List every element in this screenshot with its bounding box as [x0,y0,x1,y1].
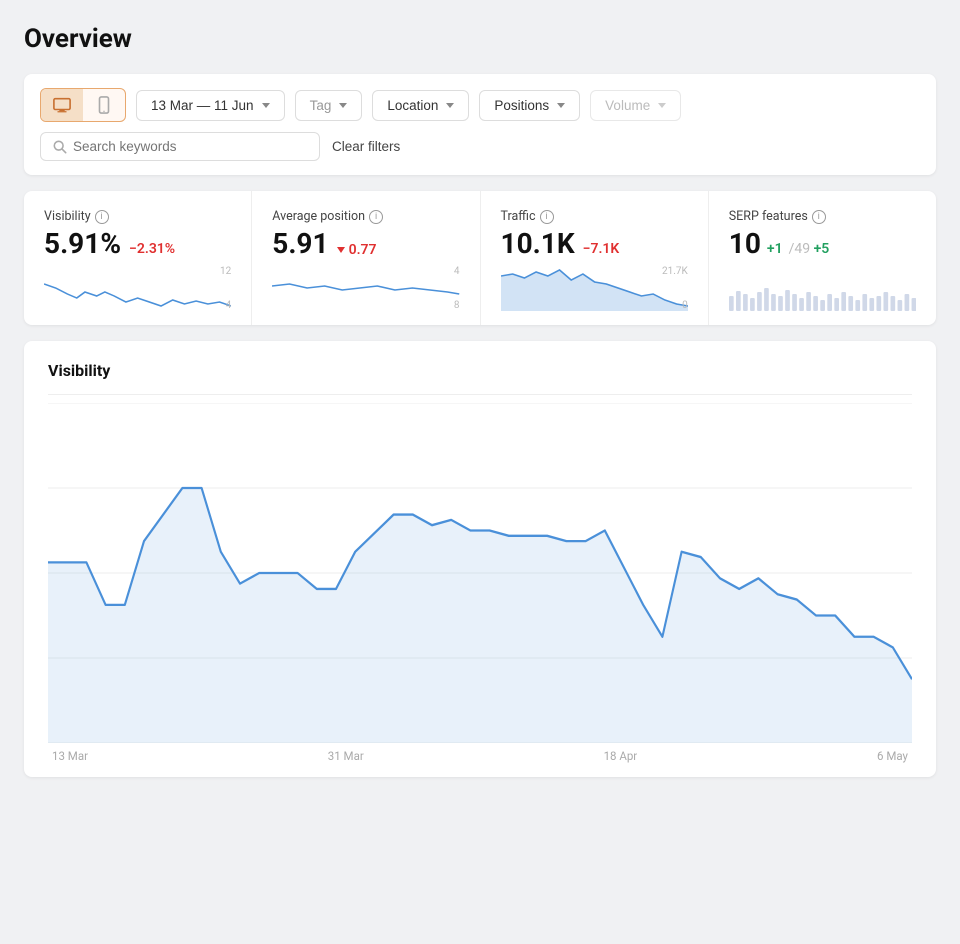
search-input-wrap [40,132,320,161]
visibility-chart-svg [48,403,912,743]
serp-value: 10 [729,230,761,258]
traffic-y-max: 21.7K [662,266,688,277]
serp-slash: /49 +5 [789,241,830,257]
page-title: Overview [24,24,936,54]
date-chevron-icon [262,103,270,108]
toolbar-row-filters: 13 Mar — 11 Jun Tag Location Positions V… [40,88,920,122]
date-range-btn[interactable]: 13 Mar — 11 Jun [136,90,285,121]
serp-mini-chart [729,266,916,311]
mobile-icon [95,96,113,114]
tag-chevron-icon [339,103,347,108]
location-chevron-icon [446,103,454,108]
tag-filter-btn[interactable]: Tag [295,90,363,121]
traffic-label: Traffic i [501,209,688,224]
desktop-icon [53,96,71,114]
visibility-label: Visibility i [44,209,231,224]
metric-card-avg-position: Average position i 5.91 0.77 4 8 [252,191,480,325]
tag-label: Tag [310,98,332,113]
avg-position-y-max: 4 [454,266,460,277]
location-label: Location [387,98,438,113]
traffic-value: 10.1K [501,230,575,258]
volume-label: Volume [605,98,650,113]
avg-position-label: Average position i [272,209,459,224]
serp-value-row: 10 +1 /49 +5 [729,230,916,258]
avg-position-mini-chart: 4 8 [272,266,459,311]
visibility-y-max: 12 [220,266,231,277]
metric-card-serp: SERP features i 10 +1 /49 +5 [709,191,936,325]
metric-card-traffic: Traffic i 10.1K −7.1K 21.7K 0 [481,191,709,325]
chart-xaxis: 13 Mar 31 Mar 18 Apr 6 May [48,749,912,763]
positions-filter-btn[interactable]: Positions [479,90,580,121]
avg-position-value-row: 5.91 0.77 [272,230,459,258]
visibility-section: Visibility 13 Mar 31 Mar 18 Apr 6 May [24,341,936,777]
search-row: Clear filters [40,132,920,161]
positions-label: Positions [494,98,549,113]
avg-position-value: 5.91 [272,230,328,258]
visibility-value-row: 5.91% −2.31% [44,230,231,258]
visibility-value: 5.91% [44,230,121,258]
visibility-section-title: Visibility [48,361,912,380]
location-filter-btn[interactable]: Location [372,90,469,121]
avg-position-y-min: 8 [454,300,460,311]
visibility-chart-area [48,403,912,743]
metric-card-visibility: Visibility i 5.91% −2.31% 12 4 [24,191,252,325]
visibility-mini-chart: 12 4 [44,266,231,311]
serp-info-icon[interactable]: i [812,210,826,224]
serp-label: SERP features i [729,209,916,224]
visibility-change: −2.31% [129,241,175,257]
visibility-info-icon[interactable]: i [95,210,109,224]
x-label-0: 13 Mar [52,749,88,763]
serp-plus: +1 [767,241,783,257]
device-toggle [40,88,126,122]
avg-position-down-arrow [337,247,345,253]
volume-chevron-icon [658,103,666,108]
date-range-label: 13 Mar — 11 Jun [151,98,254,113]
x-label-3: 6 May [877,749,908,763]
visibility-y-min: 4 [226,300,232,311]
clear-filters-btn[interactable]: Clear filters [332,135,400,158]
traffic-y-min: 0 [682,300,688,311]
mobile-device-btn[interactable] [83,89,125,121]
traffic-mini-chart: 21.7K 0 [501,266,688,311]
avg-position-info-icon[interactable]: i [369,210,383,224]
metrics-section: Visibility i 5.91% −2.31% 12 4 Average p… [24,191,936,325]
x-label-1: 31 Mar [328,749,364,763]
toolbar: 13 Mar — 11 Jun Tag Location Positions V… [24,74,936,175]
clear-filters-label: Clear filters [332,139,400,154]
search-input[interactable] [73,139,307,154]
positions-chevron-icon [557,103,565,108]
volume-filter-btn[interactable]: Volume [590,90,681,121]
serp-extra: +5 [814,241,830,257]
traffic-change: −7.1K [583,241,620,257]
traffic-info-icon[interactable]: i [540,210,554,224]
avg-position-change: 0.77 [337,242,377,258]
search-icon [53,140,67,154]
traffic-value-row: 10.1K −7.1K [501,230,688,258]
x-label-2: 18 Apr [604,749,638,763]
desktop-device-btn[interactable] [41,89,83,121]
